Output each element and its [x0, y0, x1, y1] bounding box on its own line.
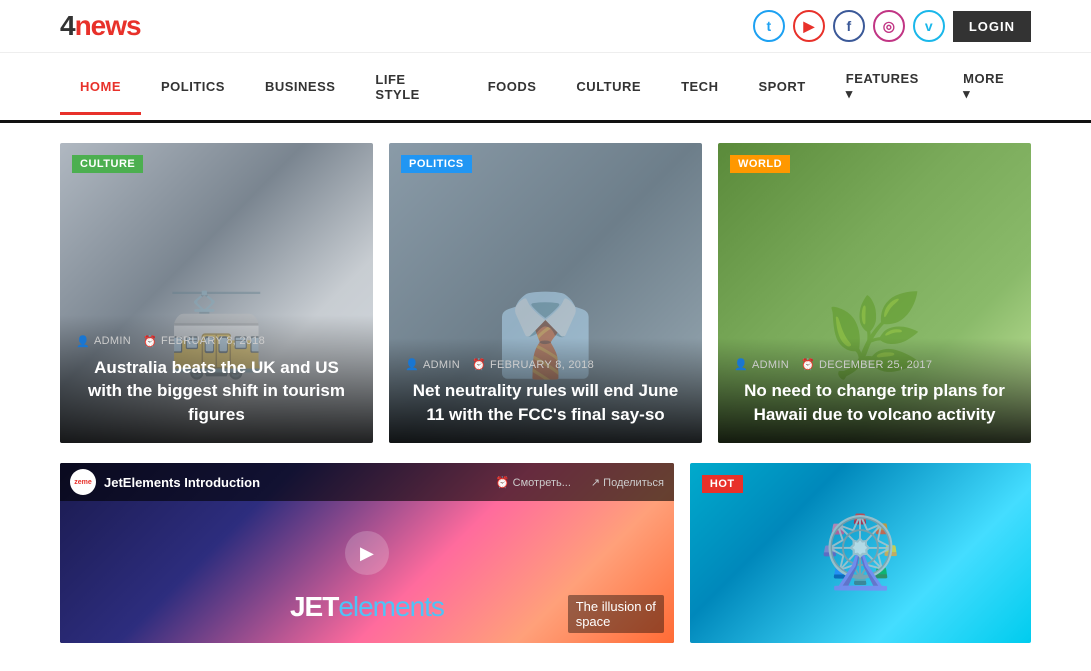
- nav-foods[interactable]: FOODS: [468, 61, 557, 112]
- main-nav: HOME POLITICS BUSINESS LIFE STYLE FOODS …: [0, 53, 1091, 123]
- main-content: CULTURE 👤 ADMIN ⏰ FEBRUARY 8, 2018 Austr…: [0, 123, 1091, 663]
- nav-culture[interactable]: CULTURE: [556, 61, 661, 112]
- facebook-icon[interactable]: f: [833, 10, 865, 42]
- logo[interactable]: 4news: [60, 10, 141, 42]
- video-card[interactable]: JETelements The illusion ofspace ▶ zeme …: [60, 463, 674, 643]
- video-play-button[interactable]: ▶: [345, 531, 389, 575]
- nav-politics[interactable]: POLITICS: [141, 61, 245, 112]
- card-world-author: 👤 ADMIN: [734, 358, 789, 371]
- card-culture-date: ⏰ FEBRUARY 8, 2018: [143, 335, 265, 348]
- video-share-action[interactable]: ↗ Поделиться: [591, 476, 664, 489]
- clock-icon: ⏰: [801, 358, 815, 371]
- video-brand-text: JETelements: [290, 591, 444, 623]
- card-culture-title: Australia beats the UK and US with the b…: [76, 356, 357, 427]
- video-space-text: The illusion ofspace: [568, 595, 664, 633]
- card-world-title: No need to change trip plans for Hawaii …: [734, 379, 1015, 427]
- card-politics-meta: 👤 ADMIN ⏰ FEBRUARY 8, 2018: [405, 358, 686, 371]
- nav-features[interactable]: FEATURES ▾: [826, 53, 943, 120]
- nav-sport[interactable]: SPORT: [738, 61, 825, 112]
- vimeo-icon[interactable]: v: [913, 10, 945, 42]
- header: 4news t ▶ f ◎ v LOGIN: [0, 0, 1091, 53]
- bottom-cards-row: JETelements The illusion ofspace ▶ zeme …: [60, 463, 1031, 643]
- nav-tech[interactable]: TECH: [661, 61, 738, 112]
- hot-tag: HOT: [702, 475, 743, 493]
- video-title: JetElements Introduction: [104, 475, 260, 490]
- card-world-date: ⏰ DECEMBER 25, 2017: [801, 358, 932, 371]
- header-right: t ▶ f ◎ v LOGIN: [753, 10, 1031, 42]
- card-culture-meta: 👤 ADMIN ⏰ FEBRUARY 8, 2018: [76, 335, 357, 348]
- card-culture[interactable]: CULTURE 👤 ADMIN ⏰ FEBRUARY 8, 2018 Austr…: [60, 143, 373, 443]
- instagram-icon[interactable]: ◎: [873, 10, 905, 42]
- card-politics-author: 👤 ADMIN: [405, 358, 460, 371]
- card-world-overlay: 👤 ADMIN ⏰ DECEMBER 25, 2017 No need to c…: [718, 338, 1031, 443]
- card-hot[interactable]: HOT 🎡: [690, 463, 1031, 643]
- video-actions: ⏰ Смотреть... ↗ Поделиться: [496, 476, 664, 489]
- card-world[interactable]: WORLD 👤 ADMIN ⏰ DECEMBER 25, 2017 No nee…: [718, 143, 1031, 443]
- logo-news: news: [75, 10, 141, 41]
- video-channel-logo: zeme: [70, 469, 96, 495]
- card-world-tag: WORLD: [730, 155, 790, 173]
- login-button[interactable]: LOGIN: [953, 11, 1031, 42]
- card-culture-overlay: 👤 ADMIN ⏰ FEBRUARY 8, 2018 Australia bea…: [60, 315, 373, 443]
- hot-card-emoji: 🎡: [817, 512, 904, 594]
- card-politics-title: Net neutrality rules will end June 11 wi…: [405, 379, 686, 427]
- clock-icon: ⏰: [143, 335, 157, 348]
- card-culture-tag: CULTURE: [72, 155, 143, 173]
- nav-more[interactable]: MORE ▾: [943, 53, 1031, 120]
- youtube-icon[interactable]: ▶: [793, 10, 825, 42]
- user-icon: 👤: [734, 358, 748, 371]
- card-culture-author: 👤 ADMIN: [76, 335, 131, 348]
- card-world-meta: 👤 ADMIN ⏰ DECEMBER 25, 2017: [734, 358, 1015, 371]
- nav-lifestyle[interactable]: LIFE STYLE: [355, 54, 467, 120]
- user-icon: 👤: [405, 358, 419, 371]
- video-watch-action[interactable]: ⏰ Смотреть...: [496, 476, 571, 489]
- featured-cards-row: CULTURE 👤 ADMIN ⏰ FEBRUARY 8, 2018 Austr…: [60, 143, 1031, 443]
- card-politics-overlay: 👤 ADMIN ⏰ FEBRUARY 8, 2018 Net neutralit…: [389, 338, 702, 443]
- card-politics-tag: POLITICS: [401, 155, 472, 173]
- clock-icon: ⏰: [472, 358, 486, 371]
- card-politics-date: ⏰ FEBRUARY 8, 2018: [472, 358, 594, 371]
- card-politics[interactable]: POLITICS 👤 ADMIN ⏰ FEBRUARY 8, 2018 Net …: [389, 143, 702, 443]
- twitter-icon[interactable]: t: [753, 10, 785, 42]
- video-bar: zeme JetElements Introduction ⏰ Смотреть…: [60, 463, 674, 501]
- nav-business[interactable]: BUSINESS: [245, 61, 355, 112]
- logo-four: 4: [60, 10, 75, 41]
- user-icon: 👤: [76, 335, 90, 348]
- nav-home[interactable]: HOME: [60, 61, 141, 115]
